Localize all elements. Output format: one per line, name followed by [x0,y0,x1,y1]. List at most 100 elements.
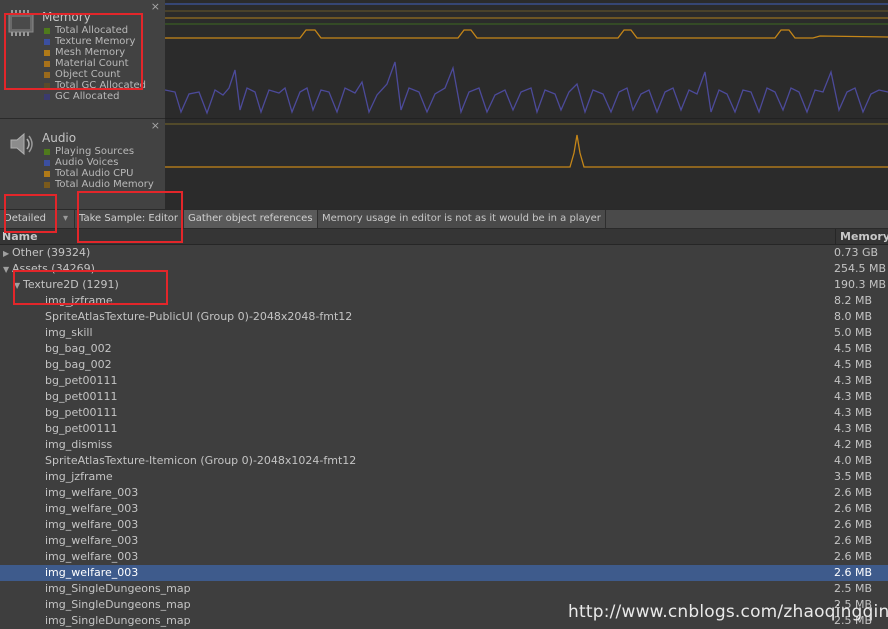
legend-swatch-icon [44,159,50,166]
tree-row-name-cell: img_welfare_003 [45,485,138,501]
tree-row[interactable]: img_welfare_003 2.6 MB [0,549,888,565]
column-memory-header[interactable]: Memory [835,229,888,244]
tree-row[interactable]: img_jzframe 3.5 MB [0,469,888,485]
tree-row-size: 2.5 MB [834,582,873,595]
tree-row-name: img_welfare_003 [45,502,139,515]
tree-row[interactable]: img_SingleDungeons_map 2.5 MB [0,581,888,597]
tree-row-name-cell: bg_pet00111 [45,405,118,421]
tree-row[interactable]: bg_pet00111 4.3 MB [0,421,888,437]
tree-row-size: 2.6 MB [834,534,873,547]
memory-graph[interactable] [165,0,888,118]
tree-row[interactable]: img_skill 5.0 MB [0,325,888,341]
tree-row[interactable]: bg_bag_002 4.5 MB [0,357,888,373]
tree-row-name-cell: ▶ Other (39324) [3,245,90,262]
tree-row-size: 4.5 MB [834,358,873,371]
memory-tree: Name Memory ▶ Other (39324) 0.73 GB ▼ Assets… [0,229,888,629]
tree-row[interactable]: img_welfare_003 2.6 MB [0,517,888,533]
tree-row[interactable]: SpriteAtlasTexture-PublicUI (Group 0)-20… [0,309,888,325]
memory-toolbar: Detailed ▾ Take Sample: Editor Gather ob… [0,209,888,229]
legend-swatch-icon [44,93,50,100]
tree-row-name: bg_pet00111 [45,390,118,403]
collapse-arrow-icon[interactable]: ▼ [14,278,23,294]
tree-row[interactable]: img_welfare_003 2.6 MB [0,501,888,517]
tree-row-size: 4.2 MB [834,438,873,451]
memory-module-title: Memory [42,10,91,24]
audio-module-panel[interactable]: Audio × Playing Sources Audio Voices Total… [0,118,165,210]
tree-row-name: img_welfare_003 [45,550,139,563]
audio-legend-item[interactable]: Playing Sources [44,146,154,157]
expand-arrow-icon[interactable]: ▶ [3,246,12,262]
tree-group-row[interactable]: ▼ Assets (34269) 254.5 MB [0,261,888,277]
audio-legend-item[interactable]: Total Audio CPU [44,168,154,179]
memory-legend-item[interactable]: Mesh Memory [44,47,146,58]
tree-row-name-cell: img_welfare_003 [45,501,138,517]
legend-label: Total GC Allocated [55,80,147,91]
tree-row[interactable]: bg_bag_002 4.5 MB [0,341,888,357]
tree-row[interactable]: img_welfare_003 2.6 MB [0,565,888,581]
tree-row-name: img_welfare_003 [45,518,139,531]
tree-row-name-cell: img_welfare_003 [45,517,138,533]
tree-row-size: 2.6 MB [834,502,873,515]
tree-row[interactable]: bg_pet00111 4.3 MB [0,405,888,421]
column-name-header[interactable]: Name [2,230,38,243]
legend-label: GC Allocated [55,91,120,102]
legend-swatch-icon [44,181,50,188]
memory-close-icon[interactable]: × [151,0,160,13]
gather-references-toggle[interactable]: Gather object references [184,210,318,228]
legend-swatch-icon [44,148,50,155]
legend-swatch-icon [44,71,50,78]
tree-header: Name Memory [0,229,888,245]
tree-row-name-cell: img_welfare_003 [45,565,138,581]
tree-row-name-cell: bg_bag_002 [45,357,112,373]
memory-legend-item[interactable]: Total Allocated [44,25,146,36]
tree-row[interactable]: img_jzframe 8.2 MB [0,293,888,309]
legend-label: Playing Sources [55,146,135,157]
tree-row-name-cell: img_skill [45,325,93,341]
tree-row-name: img_SingleDungeons_map [45,598,191,611]
memory-legend-item[interactable]: Material Count [44,58,146,69]
chevron-down-icon[interactable]: ▾ [57,210,75,228]
legend-label: Total Audio CPU [55,168,134,179]
detail-mode-dropdown[interactable]: Detailed [0,210,57,228]
tree-row[interactable]: img_dismiss 4.2 MB [0,437,888,453]
memory-legend-item[interactable]: Object Count [44,69,146,80]
tree-row-name: img_jzframe [45,470,113,483]
legend-swatch-icon [44,60,50,67]
tree-row-name: img_welfare_003 [45,534,139,547]
tree-row[interactable]: bg_pet00111 4.3 MB [0,389,888,405]
audio-close-icon[interactable]: × [151,119,160,132]
tree-row-size: 3.5 MB [834,470,873,483]
tree-row-name-cell: bg_pet00111 [45,389,118,405]
tree-row-name-cell: img_welfare_003 [45,549,138,565]
tree-row[interactable]: img_welfare_003 2.6 MB [0,533,888,549]
tree-row[interactable]: img_welfare_003 2.6 MB [0,485,888,501]
tree-row-name-cell: img_jzframe [45,469,113,485]
tree-row-size: 4.3 MB [834,390,873,403]
memory-legend: Total Allocated Texture Memory Mesh Memory… [44,25,146,102]
tree-group-row[interactable]: ▼ Texture2D (1291) 190.3 MB [0,277,888,293]
tree-row[interactable]: SpriteAtlasTexture-Itemicon (Group 0)-20… [0,453,888,469]
tree-row-size: 4.0 MB [834,454,873,467]
take-sample-button[interactable]: Take Sample: Editor [75,210,184,228]
tree-row-name: img_welfare_003 [45,486,139,499]
tree-row-size: 4.3 MB [834,406,873,419]
audio-legend-item[interactable]: Total Audio Memory [44,179,154,190]
audio-legend-item[interactable]: Audio Voices [44,157,154,168]
audio-cpu-line [165,134,888,168]
tree-row-name: bg_pet00111 [45,422,118,435]
tree-row-name: Assets (34269) [12,262,95,275]
memory-legend-item[interactable]: Total GC Allocated [44,80,146,91]
legend-label: Audio Voices [55,157,119,168]
collapse-arrow-icon[interactable]: ▼ [3,262,12,278]
audio-module-title: Audio [42,131,77,145]
memory-legend-item[interactable]: Texture Memory [44,36,146,47]
tree-row-name: SpriteAtlasTexture-Itemicon (Group 0)-20… [45,454,357,467]
tree-row[interactable]: bg_pet00111 4.3 MB [0,373,888,389]
memory-module-panel[interactable]: Memory × Total Allocated Texture Memory Me… [0,0,165,118]
tree-group-row[interactable]: ▶ Other (39324) 0.73 GB [0,245,888,261]
tree-row-name-cell: img_SingleDungeons_map [45,597,191,613]
tree-row-size: 4.3 MB [834,422,873,435]
audio-graph[interactable] [165,118,888,210]
tree-row-name: img_dismiss [45,438,113,451]
memory-legend-item[interactable]: GC Allocated [44,91,146,102]
